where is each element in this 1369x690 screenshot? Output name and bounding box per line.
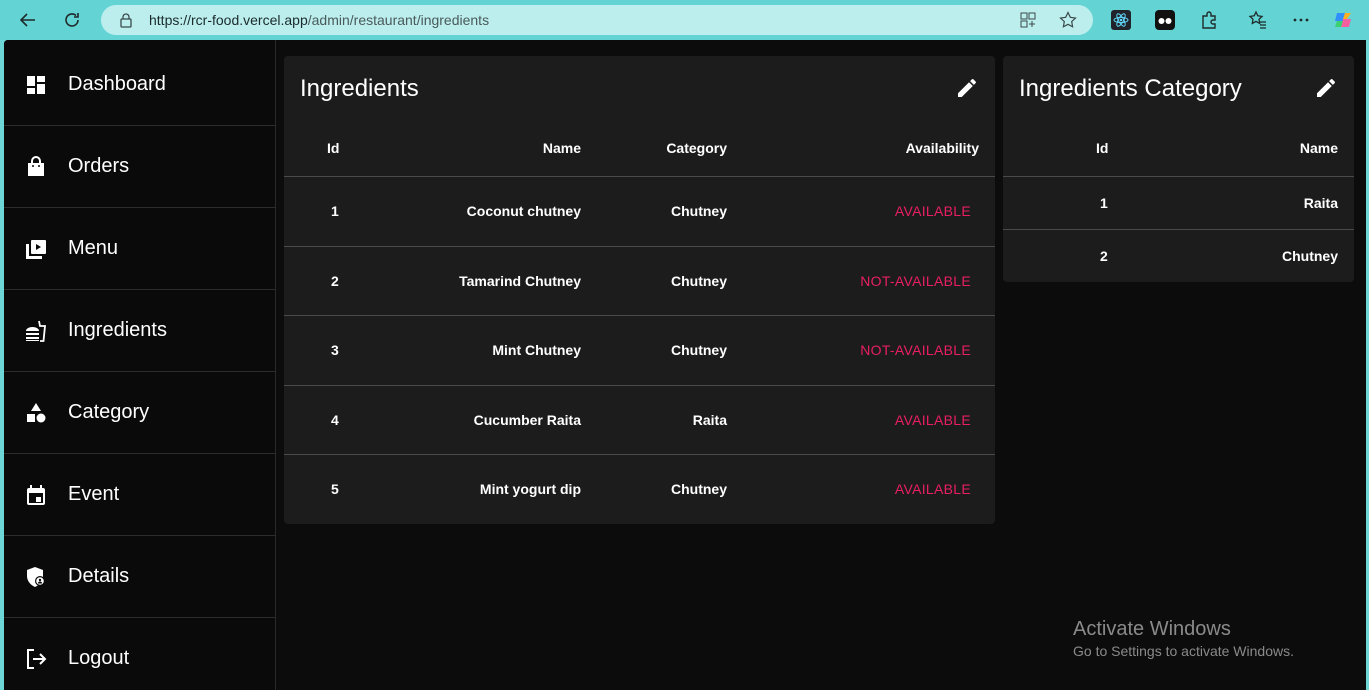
ingredients-card: Ingredients Id Name Category Availabilit… [284, 56, 995, 524]
sidebar-item-label: Dashboard [68, 73, 166, 95]
availability-toggle[interactable]: AVAILABLE [895, 481, 971, 497]
column-header-category[interactable]: Category [666, 140, 727, 156]
cell-category: Raita [692, 412, 727, 428]
cell-name: Mint Chutney [492, 342, 581, 358]
category-icon [24, 401, 48, 425]
row-divider [284, 315, 995, 316]
browser-toolbar: https://rcr-food.vercel.app/admin/restau… [0, 0, 1369, 40]
sidebar-item-event[interactable]: Event [4, 454, 276, 536]
dashboard-icon [24, 73, 48, 97]
cell-id: 3 [331, 342, 339, 358]
cell-name: Cucumber Raita [473, 412, 581, 428]
cell-category: Chutney [671, 203, 727, 219]
ingredient-category-card: Ingredients Category Id Name 1 Raita 2 C… [1003, 56, 1354, 282]
sidebar-item-label: Orders [68, 155, 130, 177]
sidebar-item-category[interactable]: Category [4, 372, 276, 454]
admin-app: Dashboard Orders Menu Ingredients Catego… [4, 40, 1366, 690]
url-host: https://rcr-food.vercel.app [149, 12, 308, 28]
row-divider [1003, 229, 1354, 230]
cell-id: 4 [331, 412, 339, 428]
activate-windows-subtitle: Go to Settings to activate Windows. [1073, 643, 1294, 659]
cell-category: Chutney [671, 481, 727, 497]
column-header-name[interactable]: Name [1300, 140, 1338, 156]
cell-name: Tamarind Chutney [459, 273, 581, 289]
row-divider [284, 246, 995, 247]
favorite-star-icon[interactable] [1059, 11, 1077, 34]
sidebar-item-label: Logout [68, 647, 130, 669]
availability-toggle[interactable]: NOT-AVAILABLE [860, 273, 971, 289]
availability-toggle[interactable]: AVAILABLE [895, 412, 971, 428]
extension-glasses-icon[interactable] [1154, 9, 1176, 31]
card-title: Ingredients Category [1019, 75, 1242, 102]
reload-icon[interactable] [60, 8, 84, 32]
column-header-id[interactable]: Id [327, 140, 339, 156]
sidebar-item-label: Ingredients [68, 319, 167, 341]
sidebar-item-details[interactable]: Details [4, 536, 276, 618]
card-title: Ingredients [300, 75, 419, 102]
url-path: /admin/restaurant/ingredients [307, 12, 490, 28]
row-divider [284, 454, 995, 455]
cell-name: Chutney [1282, 248, 1338, 264]
sidebar-item-dashboard[interactable]: Dashboard [4, 44, 276, 126]
react-devtools-icon[interactable] [1110, 9, 1132, 31]
sidebar-item-ingredients[interactable]: Ingredients [4, 290, 276, 372]
menu-book-icon [24, 237, 48, 261]
admin-panel-icon [24, 565, 48, 589]
fastfood-icon [24, 319, 48, 343]
column-header-name[interactable]: Name [543, 140, 581, 156]
extensions-puzzle-icon[interactable] [1198, 9, 1220, 31]
cell-id: 1 [1100, 195, 1108, 211]
cell-id: 5 [331, 481, 339, 497]
availability-toggle[interactable]: NOT-AVAILABLE [860, 342, 971, 358]
sidebar-item-label: Details [68, 565, 130, 587]
sidebar-item-label: Category [68, 401, 150, 423]
cell-id: 1 [331, 203, 339, 219]
back-arrow-icon[interactable] [16, 8, 40, 32]
cell-category: Chutney [671, 342, 727, 358]
sidebar-item-label: Event [68, 483, 120, 505]
edit-pencil-icon[interactable] [955, 76, 979, 100]
shopping-bag-icon [24, 155, 48, 179]
url-text: https://rcr-food.vercel.app/admin/restau… [149, 12, 489, 28]
sidebar-item-label: Menu [68, 237, 119, 259]
cell-name: Coconut chutney [466, 203, 581, 219]
row-divider [284, 385, 995, 386]
column-header-availability[interactable]: Availability [906, 140, 979, 156]
edit-pencil-icon[interactable] [1314, 76, 1338, 100]
column-header-id[interactable]: Id [1096, 140, 1108, 156]
address-bar[interactable]: https://rcr-food.vercel.app/admin/restau… [101, 5, 1093, 35]
sidebar: Dashboard Orders Menu Ingredients Catego… [4, 40, 276, 690]
header-divider [1003, 176, 1354, 177]
sidebar-item-orders[interactable]: Orders [4, 126, 276, 208]
more-options-icon[interactable] [1290, 9, 1312, 31]
split-screen-icon[interactable] [1019, 11, 1037, 34]
cell-category: Chutney [671, 273, 727, 289]
cell-name: Mint yogurt dip [479, 481, 581, 497]
lock-icon[interactable] [119, 12, 133, 33]
logout-icon [24, 647, 48, 671]
sidebar-item-logout[interactable]: Logout [4, 618, 276, 690]
header-divider [284, 176, 995, 177]
copilot-icon[interactable] [1333, 9, 1355, 31]
cell-name: Raita [1303, 195, 1338, 211]
cell-id: 2 [1100, 248, 1108, 264]
cell-id: 2 [331, 273, 339, 289]
availability-toggle[interactable]: AVAILABLE [895, 203, 971, 219]
activate-windows-title: Activate Windows [1073, 618, 1231, 640]
event-icon [24, 483, 48, 507]
favorites-icon[interactable] [1247, 9, 1269, 31]
sidebar-item-menu[interactable]: Menu [4, 208, 276, 290]
